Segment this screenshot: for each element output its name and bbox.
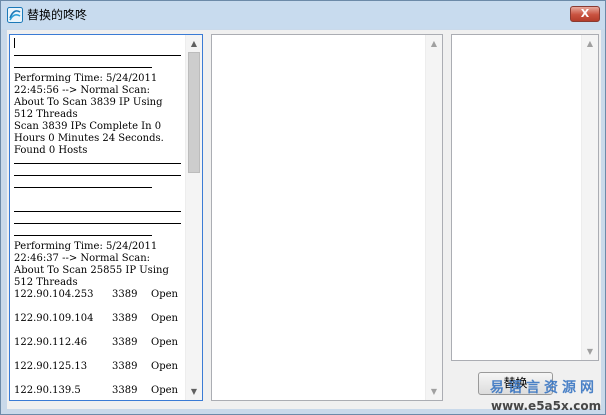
result-state: Open [151, 361, 178, 372]
result-port: 3389 [112, 313, 138, 324]
result-port: 3389 [112, 361, 138, 372]
middle-vertical-scrollbar[interactable]: ▲ ▼ [425, 35, 442, 400]
window-title: 替换的咚咚 [27, 8, 88, 22]
close-button[interactable]: X [570, 6, 600, 22]
log-line: Performing Time: 5/24/2011 [14, 73, 158, 84]
close-icon: X [580, 7, 590, 20]
result-ip: 122.90.109.104 [14, 313, 94, 324]
scrollbar-thumb[interactable] [188, 52, 200, 173]
right-textbox[interactable]: ▲ ▼ [451, 34, 599, 361]
log-line: Performing Time: 5/24/2011 [14, 241, 158, 252]
log-line: Found 0 Hosts [14, 145, 88, 156]
scan-result-row: 122.90.104.253 3389 Open [14, 289, 186, 301]
title-bar[interactable]: 替换的咚咚 X [1, 1, 605, 29]
result-port: 3389 [112, 289, 138, 300]
scroll-up-arrow-icon[interactable]: ▲ [186, 35, 202, 52]
log-line: 512 Threads [14, 109, 78, 120]
main-window: 替换的咚咚 X Performing Time: 5/24/2011 22:45… [0, 0, 606, 415]
separator-line [14, 205, 186, 217]
log-line: About To Scan 3839 IP Using [14, 97, 163, 108]
log-line: Scan 3839 IPs Complete In 0 [14, 121, 162, 132]
scroll-up-arrow-icon[interactable]: ▲ [582, 35, 598, 52]
scroll-down-arrow-icon[interactable]: ▼ [426, 383, 442, 400]
log-line: 22:45:56 --> Normal Scan: [14, 85, 151, 96]
separator-line [14, 61, 186, 73]
watermark-brand: 易语言资源网 [490, 380, 598, 396]
result-port: 3389 [112, 337, 138, 348]
separator-line [14, 157, 186, 169]
right-vertical-scrollbar[interactable]: ▲ ▼ [581, 35, 598, 360]
result-port: 3389 [112, 385, 138, 396]
log-line: 512 Threads [14, 277, 78, 288]
log-line: About To Scan 25855 IP Using [14, 265, 169, 276]
middle-textbox[interactable]: ▲ ▼ [211, 34, 443, 401]
result-ip: 122.90.112.46 [14, 337, 88, 348]
scroll-up-arrow-icon[interactable]: ▲ [426, 35, 442, 52]
result-state: Open [151, 337, 178, 348]
separator-line [14, 181, 186, 193]
scan-log-textbox[interactable]: Performing Time: 5/24/2011 22:45:56 --> … [9, 34, 203, 401]
client-area: Performing Time: 5/24/2011 22:45:56 --> … [7, 30, 601, 409]
log-line: Hours 0 Minutes 24 Seconds. [14, 133, 164, 144]
scroll-down-arrow-icon[interactable]: ▼ [582, 343, 598, 360]
scan-result-row: 122.90.125.13 3389 Open [14, 361, 186, 373]
scan-result-row: 122.90.139.5 3389 Open [14, 385, 186, 397]
result-ip: 122.90.139.5 [14, 385, 81, 396]
result-state: Open [151, 313, 178, 324]
log-vertical-scrollbar[interactable]: ▲ ▼ [185, 35, 202, 400]
scan-log-content: Performing Time: 5/24/2011 22:45:56 --> … [14, 37, 186, 397]
text-cursor [14, 38, 15, 48]
result-ip: 122.90.125.13 [14, 361, 88, 372]
separator-line [14, 49, 186, 61]
scroll-down-arrow-icon[interactable]: ▼ [186, 383, 202, 400]
separator-line [14, 229, 186, 241]
scan-result-row: 122.90.109.104 3389 Open [14, 313, 186, 325]
separator-line [14, 217, 186, 229]
scan-result-row: 122.90.112.46 3389 Open [14, 337, 186, 349]
result-state: Open [151, 289, 178, 300]
separator-line [14, 169, 186, 181]
result-state: Open [151, 385, 178, 396]
app-logo-icon [7, 7, 23, 23]
watermark-domain: www.e5a5x.com [491, 399, 602, 413]
log-line: 22:46:37 --> Normal Scan: [14, 253, 151, 264]
result-ip: 122.90.104.253 [14, 289, 94, 300]
